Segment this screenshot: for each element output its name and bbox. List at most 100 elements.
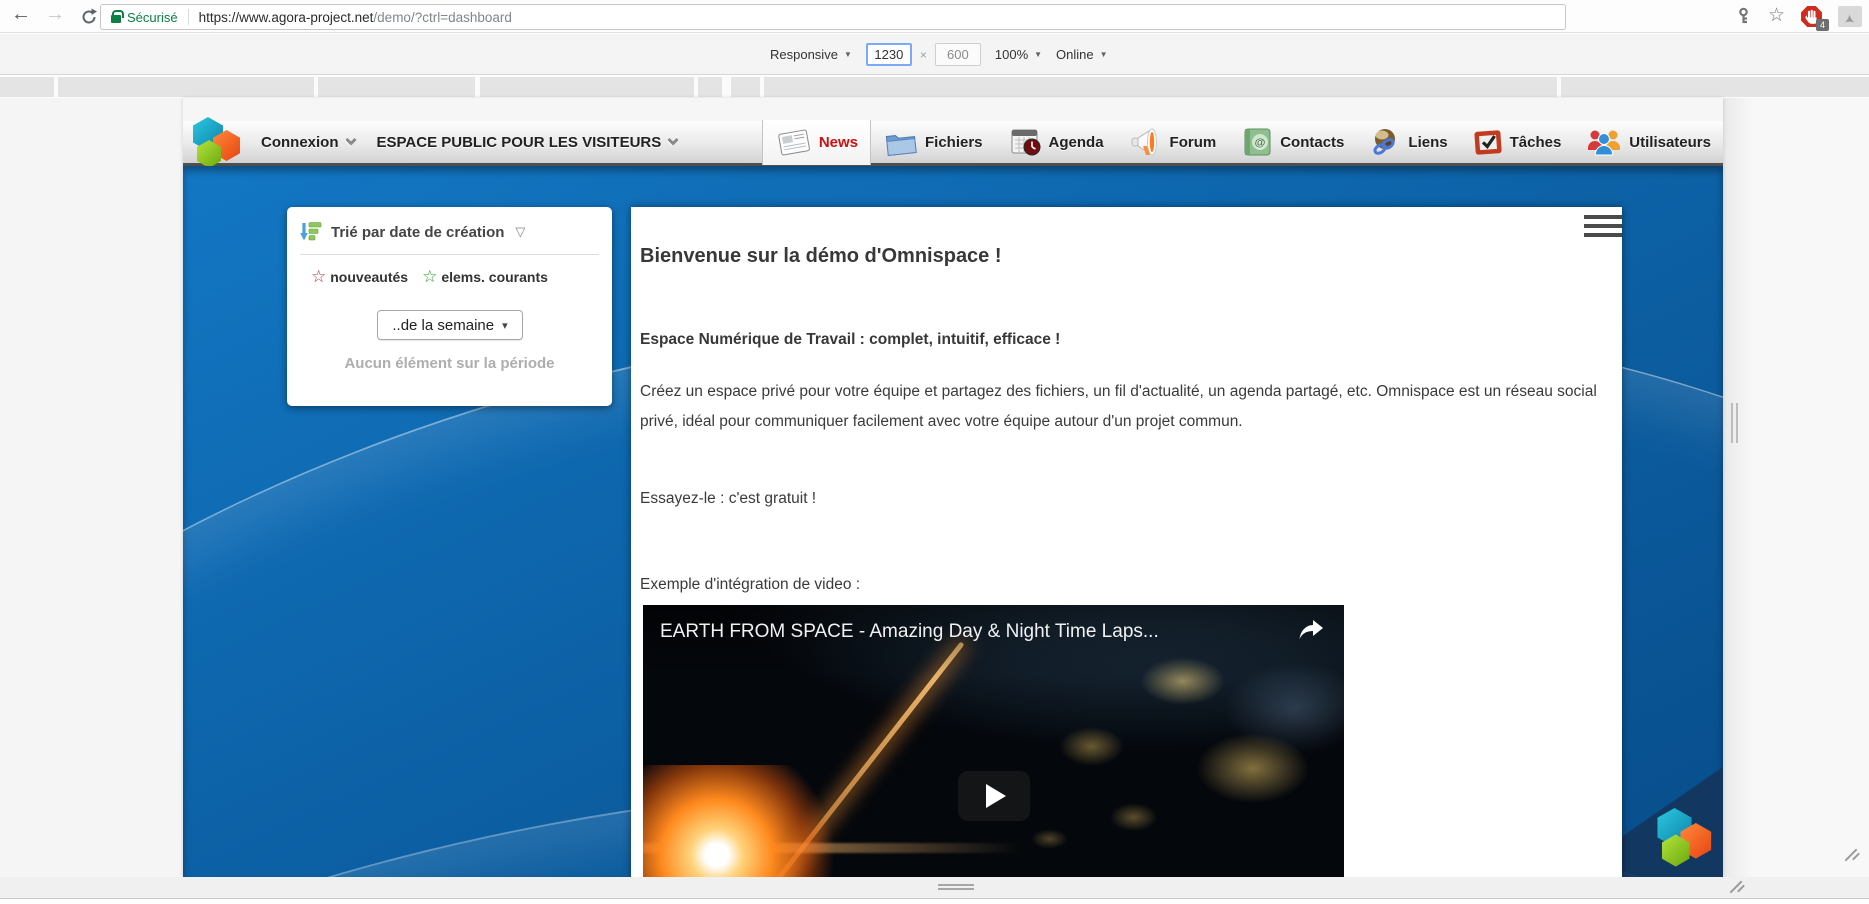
zoom-dropdown[interactable]: 100% ▼ <box>995 47 1042 62</box>
strip-segment <box>318 77 475 97</box>
green-star-icon: ☆ <box>422 267 437 287</box>
tab-utilisateurs[interactable]: Utilisateurs <box>1573 120 1723 165</box>
chevron-down-icon: ▼ <box>1034 50 1042 59</box>
tab-utilisateurs-label: Utilisateurs <box>1629 134 1711 151</box>
tab-liens[interactable]: Liens <box>1356 120 1459 165</box>
globe-link-icon <box>1368 127 1402 157</box>
password-key-button[interactable] <box>1735 7 1752 30</box>
back-button[interactable]: ← <box>8 3 34 26</box>
viewport-width-input[interactable] <box>866 43 912 66</box>
video-caption: Exemple d'intégration de video : <box>640 576 860 594</box>
news-content-panel: Bienvenue sur la démo d'Omnispace ! Espa… <box>631 207 1622 877</box>
filter-nouveautes[interactable]: ☆ nouveautés <box>311 267 408 287</box>
select-caret-icon: ▾ <box>502 319 508 332</box>
panel-menu-button[interactable] <box>1584 215 1622 242</box>
workspace-bottom-bar <box>0 877 1869 899</box>
tab-news[interactable]: News <box>762 120 871 165</box>
bookmarks-strip <box>0 76 1869 98</box>
browser-window: ← → Sécurisé https://www.agora-project.n… <box>0 0 1869 904</box>
lock-icon <box>111 15 121 23</box>
space-selector-menu[interactable]: ESPACE PUBLIC POUR LES VISITEURS <box>377 134 678 151</box>
address-bar[interactable]: Sécurisé https://www.agora-project.net /… <box>100 4 1566 30</box>
device-type-label: Responsive <box>770 47 838 62</box>
device-type-dropdown[interactable]: Responsive ▼ <box>770 47 852 62</box>
description-paragraph: Créez un espace privé pour votre équipe … <box>640 377 1598 437</box>
tab-liens-label: Liens <box>1408 134 1447 151</box>
tab-taches-label: Tâches <box>1510 134 1562 151</box>
bookmark-star-button[interactable]: ☆ <box>1768 4 1785 27</box>
star-icon: ☆ <box>1768 5 1785 26</box>
chevron-down-icon: ▼ <box>844 50 852 59</box>
tab-forum[interactable]: Forum <box>1116 120 1229 165</box>
key-icon <box>1735 7 1752 25</box>
viewport-width-drag-handle[interactable] <box>1731 403 1733 443</box>
filter-panel: Trié par date de création ▽ ☆ nouveautés… <box>287 207 612 406</box>
chevron-down-icon <box>345 134 356 145</box>
viewport-height-drag-handle[interactable] <box>938 884 974 886</box>
share-arrow-icon <box>1298 619 1324 641</box>
connexion-menu[interactable]: Connexion <box>261 134 355 151</box>
acrobat-extension-button[interactable] <box>1838 6 1862 32</box>
video-play-button[interactable] <box>958 771 1030 821</box>
acrobat-icon <box>1838 6 1862 27</box>
network-throttle-dropdown[interactable]: Online ▼ <box>1056 47 1108 62</box>
strip-segment <box>0 77 54 97</box>
filter-nouveautes-label: nouveautés <box>330 269 408 285</box>
tab-fichiers[interactable]: Fichiers <box>871 120 995 165</box>
reload-button[interactable] <box>80 8 98 31</box>
viewport-resize-grip[interactable] <box>1727 878 1745 896</box>
adblock-badge: 4 <box>1816 19 1829 31</box>
strip-segment <box>698 77 722 97</box>
window-resize-grip[interactable] <box>1842 846 1860 864</box>
play-icon <box>986 784 1006 808</box>
tab-news-label: News <box>819 134 858 151</box>
try-line: Essayez-le : c'est gratuit ! <box>640 490 816 508</box>
security-indicator[interactable]: Sécurisé <box>111 10 178 25</box>
space-selector-label: ESPACE PUBLIC POUR LES VISITEURS <box>377 134 662 151</box>
subtitle: Espace Numérique de Travail : complet, i… <box>640 331 1060 349</box>
video-share-button[interactable] <box>1298 619 1324 646</box>
youtube-video-embed[interactable]: EARTH FROM SPACE - Amazing Day & Night T… <box>643 605 1344 877</box>
chevron-down-icon <box>668 134 679 145</box>
connexion-label: Connexion <box>261 134 339 151</box>
newspaper-icon <box>775 126 813 158</box>
welcome-title: Bienvenue sur la démo d'Omnispace ! <box>640 245 1002 268</box>
dashboard-background: Trié par date de création ▽ ☆ nouveautés… <box>183 166 1723 877</box>
url-separator <box>188 9 189 25</box>
tab-contacts-label: Contacts <box>1280 134 1344 151</box>
site-navbar: Connexion ESPACE PUBLIC POUR LES VISITEU… <box>183 121 1723 166</box>
megaphone-icon <box>1128 127 1164 157</box>
task-check-icon <box>1472 127 1504 157</box>
period-select[interactable]: ..de la semaine ▾ <box>377 310 523 340</box>
address-book-icon: @ <box>1240 127 1274 157</box>
dimension-times-label: × <box>920 48 927 62</box>
agora-logo-icon[interactable] <box>191 117 247 169</box>
red-star-icon: ☆ <box>311 267 326 287</box>
filter-elems-courants-label: elems. courants <box>441 269 548 285</box>
sort-label: Trié par date de création <box>331 224 504 241</box>
strip-segment <box>1561 77 1869 97</box>
tab-contacts[interactable]: @ Contacts <box>1228 120 1356 165</box>
emulated-viewport: Connexion ESPACE PUBLIC POUR LES VISITEU… <box>183 98 1723 877</box>
empty-period-message: Aucun élément sur la période <box>287 355 612 372</box>
chevron-down-icon: ▼ <box>1100 50 1108 59</box>
tab-agenda-label: Agenda <box>1049 134 1104 151</box>
calendar-icon <box>1007 127 1043 157</box>
sort-icon <box>300 221 322 243</box>
viewport-height-input[interactable] <box>935 43 981 66</box>
zoom-level-label: 100% <box>995 47 1028 62</box>
strip-segment <box>58 77 314 97</box>
tab-taches[interactable]: Tâches <box>1460 120 1574 165</box>
sort-dropdown-caret[interactable]: ▽ <box>515 224 525 240</box>
folder-icon <box>883 127 919 157</box>
users-icon <box>1585 127 1623 157</box>
workspace-right-margin <box>1723 98 1869 877</box>
tab-agenda[interactable]: Agenda <box>995 120 1116 165</box>
network-status-label: Online <box>1056 47 1094 62</box>
forward-button[interactable]: → <box>42 3 68 26</box>
video-title[interactable]: EARTH FROM SPACE - Amazing Day & Night T… <box>660 621 1270 643</box>
module-tabs: News Fichiers <box>762 120 1723 165</box>
url-path: /demo/?ctrl=dashboard <box>373 10 511 25</box>
browser-toolbar: ← → Sécurisé https://www.agora-project.n… <box>0 0 1869 33</box>
filter-elems-courants[interactable]: ☆ elems. courants <box>422 267 548 287</box>
